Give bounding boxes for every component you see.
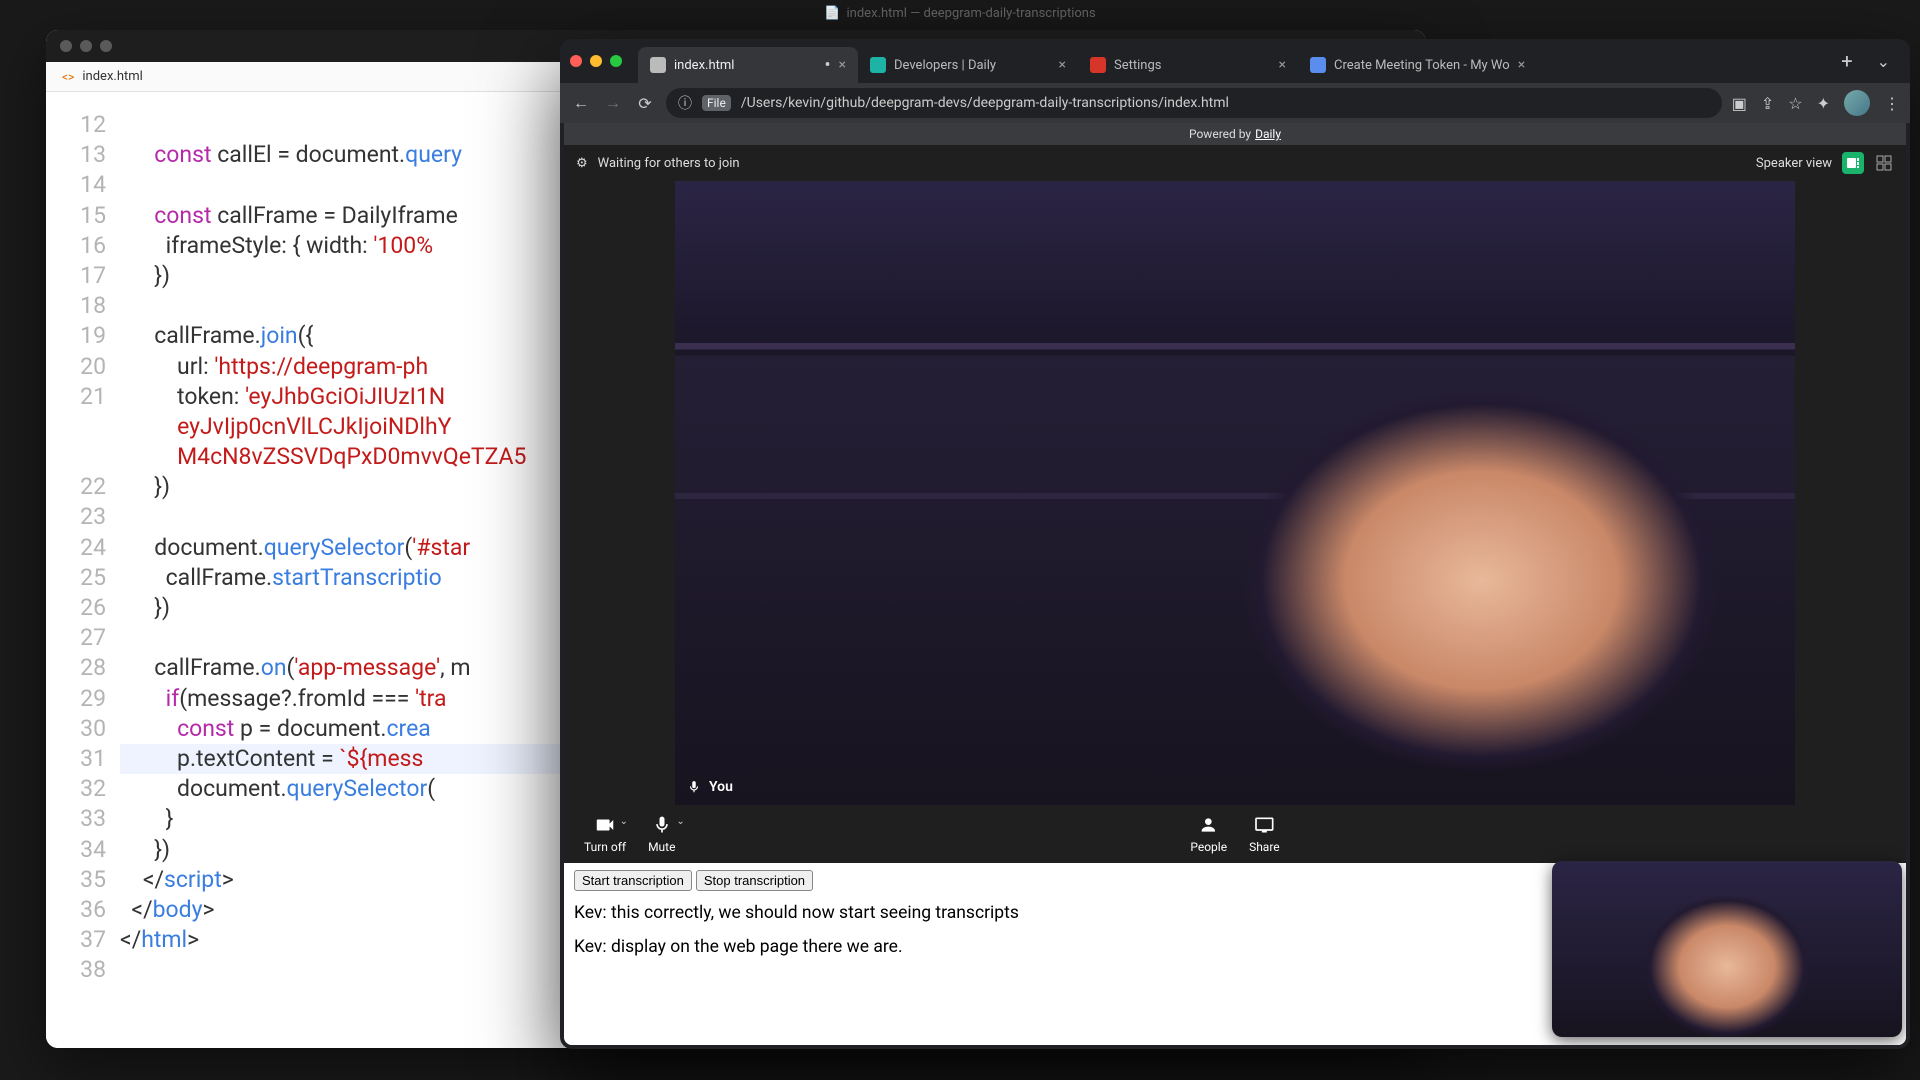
close-tab-icon[interactable]: × bbox=[1059, 57, 1066, 73]
stop-transcription-button[interactable]: Stop transcription bbox=[696, 870, 813, 891]
browser-tab[interactable]: index.html • × bbox=[638, 47, 858, 83]
participant-name: You bbox=[709, 779, 733, 795]
main-video-tile[interactable]: You bbox=[675, 181, 1795, 805]
profile-avatar[interactable] bbox=[1844, 90, 1870, 116]
browser-window: index.html • × Developers | Daily × Sett… bbox=[560, 39, 1910, 1049]
waiting-text: Waiting for others to join bbox=[598, 156, 740, 171]
traffic-maximize[interactable] bbox=[100, 40, 112, 52]
powered-by-text: Powered by bbox=[1189, 127, 1251, 141]
chevron-down-icon[interactable]: ⌄ bbox=[620, 816, 628, 827]
close-tab-icon[interactable]: × bbox=[1279, 57, 1286, 73]
html-file-icon: <> bbox=[62, 70, 74, 84]
participant-label: You bbox=[687, 779, 733, 795]
editor-tab-label: index.html bbox=[82, 69, 142, 84]
favicon bbox=[1090, 57, 1106, 73]
traffic-minimize[interactable] bbox=[590, 55, 602, 67]
chevron-down-icon[interactable]: ⌄ bbox=[676, 816, 684, 827]
line-number-gutter: 1213141516171819202122232425262728293031… bbox=[46, 92, 120, 1048]
close-tab-icon[interactable]: × bbox=[839, 57, 846, 73]
video-area: You bbox=[564, 181, 1906, 805]
site-info-icon[interactable]: ⓘ bbox=[678, 93, 692, 113]
browser-tab[interactable]: Developers | Daily × bbox=[858, 47, 1078, 83]
grid-view-button[interactable] bbox=[1874, 153, 1894, 173]
powered-by-link[interactable]: Daily bbox=[1255, 127, 1281, 141]
bookmark-icon[interactable]: ☆ bbox=[1788, 94, 1802, 113]
extensions-icon[interactable]: ✦ bbox=[1817, 94, 1830, 113]
browser-tab[interactable]: Settings × bbox=[1078, 47, 1298, 83]
call-top-bar: ⚙ Waiting for others to join Speaker vie… bbox=[564, 145, 1906, 181]
tab-overflow-button[interactable]: ⌄ bbox=[1867, 52, 1900, 71]
back-button[interactable]: ← bbox=[570, 92, 592, 114]
picture-in-picture[interactable] bbox=[1552, 861, 1902, 1037]
traffic-minimize[interactable] bbox=[80, 40, 92, 52]
tab-title: Developers | Daily bbox=[894, 58, 1051, 73]
favicon bbox=[650, 57, 666, 73]
daily-call-frame: Powered by Daily ⚙ Waiting for others to… bbox=[564, 123, 1906, 863]
page-content: Powered by Daily ⚙ Waiting for others to… bbox=[564, 123, 1906, 1045]
cast-icon[interactable]: ▣ bbox=[1732, 94, 1747, 113]
browser-tab[interactable]: Create Meeting Token - My Wo × bbox=[1298, 47, 1537, 83]
traffic-close[interactable] bbox=[60, 40, 72, 52]
address-bar[interactable]: ⓘ File /Users/kevin/github/deepgram-devs… bbox=[666, 88, 1722, 118]
call-controls: ⌄ Turn off ⌄ Mute People Share bbox=[564, 805, 1906, 863]
people-button[interactable]: People bbox=[1190, 814, 1227, 854]
url-scheme-chip: File bbox=[702, 95, 731, 111]
mic-icon bbox=[687, 780, 701, 794]
new-tab-button[interactable]: + bbox=[1831, 49, 1862, 73]
close-tab-icon[interactable]: × bbox=[1518, 57, 1525, 73]
reload-button[interactable]: ⟳ bbox=[634, 92, 656, 114]
background-window-title: 📄index.html — deepgram-daily-transcripti… bbox=[824, 6, 1095, 21]
favicon bbox=[870, 57, 886, 73]
speaker-view-label[interactable]: Speaker view bbox=[1756, 156, 1832, 171]
share-icon[interactable]: ⇪ bbox=[1761, 94, 1774, 113]
mic-toggle[interactable]: ⌄ Mute bbox=[648, 814, 675, 854]
url-text: /Users/kevin/github/deepgram-devs/deepgr… bbox=[741, 95, 1229, 111]
tab-title: Create Meeting Token - My Wo bbox=[1334, 58, 1510, 73]
browser-tabstrip: index.html • × Developers | Daily × Sett… bbox=[560, 39, 1910, 83]
powered-by-bar: Powered by Daily bbox=[564, 123, 1906, 145]
favicon bbox=[1310, 57, 1326, 73]
speaker-view-button[interactable] bbox=[1842, 152, 1864, 174]
kebab-menu-icon[interactable]: ⋮ bbox=[1884, 94, 1900, 113]
gear-icon[interactable]: ⚙ bbox=[576, 156, 588, 171]
browser-toolbar: ← → ⟳ ⓘ File /Users/kevin/github/deepgra… bbox=[560, 83, 1910, 123]
share-button[interactable]: Share bbox=[1249, 814, 1280, 854]
camera-toggle[interactable]: ⌄ Turn off bbox=[584, 814, 626, 854]
tab-title: index.html bbox=[674, 58, 816, 73]
traffic-maximize[interactable] bbox=[610, 55, 622, 67]
forward-button[interactable]: → bbox=[602, 92, 624, 114]
traffic-close[interactable] bbox=[570, 55, 582, 67]
modified-indicator: • bbox=[824, 55, 830, 76]
start-transcription-button[interactable]: Start transcription bbox=[574, 870, 692, 891]
tab-title: Settings bbox=[1114, 58, 1271, 73]
